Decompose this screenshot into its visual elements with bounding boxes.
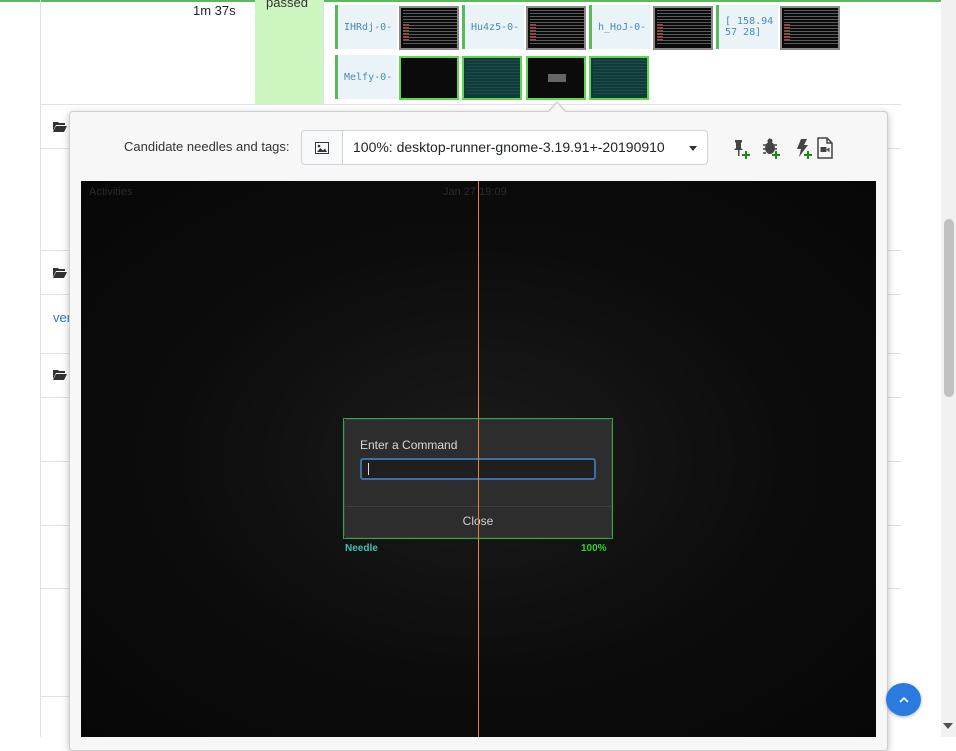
result-cell: [255, 0, 323, 104]
needle-select-dropdown[interactable]: 100%: desktop-runner-gnome-3.19.91+-2019…: [342, 130, 708, 165]
step-label[interactable]: h_HoJ-0-: [592, 5, 651, 49]
needle-match-percent: 100%: [581, 543, 607, 554]
step-label[interactable]: Hu4z5-0-: [465, 5, 524, 49]
step-thumbnail-selected[interactable]: [526, 56, 586, 100]
step-melfy[interactable]: Melfy-0-: [335, 55, 397, 99]
step-thumbnail[interactable]: [653, 6, 713, 50]
step-thumbnail[interactable]: [462, 56, 522, 100]
comparison-slider-line[interactable]: [478, 181, 479, 737]
selected-needle: 100%: desktop-runner-gnome-3.19.91+-2019…: [353, 139, 665, 155]
step-label[interactable]: IHRdj-0-: [338, 5, 397, 49]
gnome-clock: Jan 27 19:09: [443, 186, 507, 198]
row-divider: [40, 104, 901, 105]
needle-area-label: Needle: [345, 543, 378, 554]
step-thumbnail[interactable]: [399, 56, 459, 100]
column-divider: [323, 0, 324, 104]
result-status: passed: [266, 0, 308, 10]
step-thumbnail[interactable]: [526, 6, 586, 50]
back-to-top-button[interactable]: [886, 683, 921, 716]
file-video-icon[interactable]: [814, 136, 838, 160]
step-h-hoj[interactable]: h_HoJ-0-: [589, 5, 651, 49]
folder-open-icon: [53, 370, 67, 380]
step-hu4z5[interactable]: Hu4z5-0-: [462, 5, 524, 49]
toggle-image-button[interactable]: [301, 130, 343, 165]
step-thumbnail[interactable]: [399, 6, 459, 50]
step-label[interactable]: [ 158.9457 28]: [719, 5, 778, 49]
step-thumbnail[interactable]: [780, 6, 840, 50]
scrollbar-thumb[interactable]: [944, 219, 954, 397]
job-duration: 1m 37s: [193, 3, 236, 18]
pin-plus-icon[interactable]: [730, 137, 754, 161]
folder-open-icon: [53, 268, 67, 278]
scroll-down-arrow-icon[interactable]: [943, 723, 953, 729]
step-log-timestamp[interactable]: [ 158.9457 28]: [716, 5, 778, 49]
step-label[interactable]: Melfy-0-: [338, 55, 397, 99]
bolt-plus-icon[interactable]: [792, 137, 816, 161]
image-icon: [315, 141, 329, 154]
bug-plus-icon[interactable]: [760, 137, 784, 161]
chevron-up-icon: [898, 696, 909, 703]
folder-open-icon: [53, 122, 67, 132]
candidate-needles-label: Candidate needles and tags:: [124, 139, 290, 154]
step-ihrdj[interactable]: IHRdj-0-: [335, 5, 397, 49]
step-thumbnail[interactable]: [589, 56, 649, 100]
gnome-activities: Activities: [89, 186, 133, 198]
chevron-down-icon: [689, 146, 697, 151]
